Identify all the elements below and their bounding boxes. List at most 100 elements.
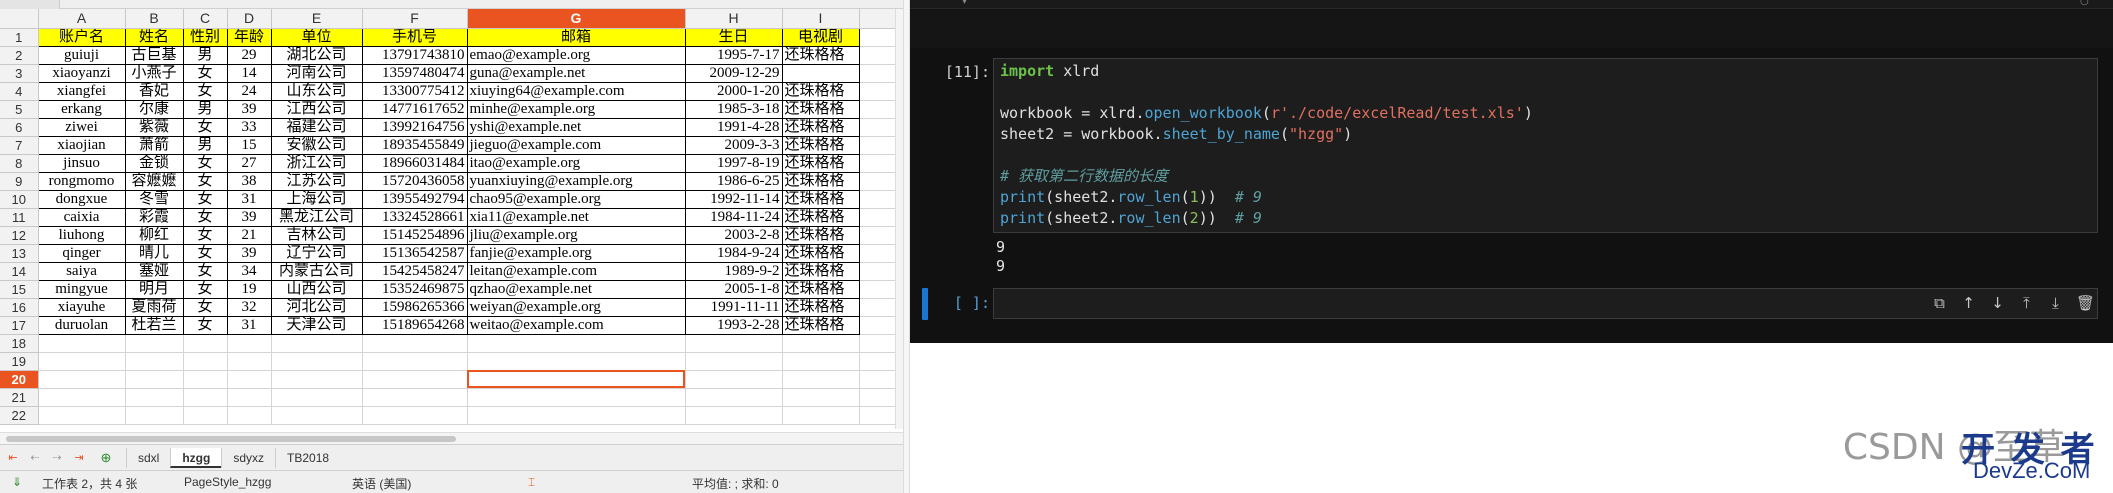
grid-cell[interactable]: rongmomo [37,171,126,191]
grid-cell[interactable]: 湖北公司 [270,45,363,65]
grid-cell[interactable]: 金锁 [124,153,184,173]
grid-cell[interactable] [362,334,468,353]
column-header-b[interactable]: B [125,9,184,29]
grid-cell[interactable] [467,406,686,425]
grid-cell[interactable]: 女 [182,225,228,245]
grid-cell[interactable] [125,352,184,371]
spreadsheet-grid[interactable]: A B C D E F G H I 1 账户名 姓名 性别 年龄 单位 手机号 邮箱 生日 电视剧 2 guiuji 古巨… [0,9,903,425]
grid-cell[interactable]: 还珠格格 [781,315,860,335]
grid-cell[interactable] [782,352,860,371]
grid-cell[interactable] [38,388,126,407]
row-header[interactable]: 20 [0,370,39,389]
grid-cell[interactable]: minhe@example.org [466,99,686,119]
grid-cell[interactable]: 2005-1-8 [684,279,783,299]
grid-cell[interactable]: guna@example.net [466,63,686,83]
grid-cell[interactable]: 还珠格格 [781,45,860,65]
grid-cell[interactable]: 1991-4-28 [684,117,783,137]
grid-cell[interactable] [125,370,184,389]
grid-cell[interactable]: 还珠格格 [781,261,860,281]
grid-cell[interactable]: jinsuo [37,153,126,173]
grid-cell[interactable]: 15145254896 [361,225,468,245]
grid-cell[interactable]: 江西公司 [270,99,363,119]
sheet-tab-tb2018[interactable]: TB2018 [275,447,340,468]
grid-cell[interactable]: 女 [182,153,228,173]
grid-cell[interactable]: weiyan@example.org [466,297,686,317]
row-header[interactable]: 3 [0,64,39,83]
row-header[interactable]: 10 [0,190,39,209]
grid-cell[interactable]: 女 [182,189,228,209]
row-header[interactable]: 13 [0,244,39,263]
grid-cell[interactable] [271,370,363,389]
grid-cell[interactable]: 小燕子 [124,63,184,83]
grid-cell[interactable]: xiangfei [37,81,126,101]
grid-cell[interactable]: 14 [226,63,272,83]
grid-cell[interactable] [467,352,686,371]
grid-cell[interactable]: 2000-1-20 [684,81,783,101]
grid-cell[interactable]: 39 [226,243,272,263]
grid-cell[interactable]: 38 [226,171,272,191]
grid-cell[interactable]: 还珠格格 [781,243,860,263]
grid-cell[interactable]: 还珠格格 [781,153,860,173]
grid-cell[interactable]: 浙江公司 [270,153,363,173]
grid-cell[interactable]: 黑龙江公司 [270,207,363,227]
grid-cell[interactable]: dongxue [37,189,126,209]
grid-cell[interactable] [782,406,860,425]
grid-cell[interactable]: 还珠格格 [781,225,860,245]
sheet-tab-sdxl[interactable]: sdxl [126,447,170,468]
grid-cell[interactable]: 15352469875 [361,279,468,299]
grid-cell[interactable]: 冬雪 [124,189,184,209]
last-sheet-icon[interactable]: ⇥ [70,450,88,466]
toolbar-icon[interactable]: ▾ [962,0,967,7]
grid-cell[interactable]: 1985-3-18 [684,99,783,119]
grid-cell[interactable]: yuanxiuying@example.org [466,171,686,191]
grid-cell[interactable]: weitao@example.com [466,315,686,335]
grid-cell[interactable] [362,406,468,425]
grid-cell[interactable]: 1984-11-24 [684,207,783,227]
row-header[interactable]: 8 [0,154,39,173]
grid-cell[interactable] [125,406,184,425]
grid-cell[interactable]: leitan@example.com [466,261,686,281]
grid-cell[interactable]: liuhong [37,225,126,245]
grid-cell[interactable]: xiaojian [37,135,126,155]
grid-cell[interactable]: duruolan [37,315,126,335]
grid-cell[interactable] [782,370,860,389]
grid-cell[interactable] [183,334,228,353]
grid-cell[interactable]: saiya [37,261,126,281]
row-header[interactable]: 2 [0,46,39,65]
grid-cell[interactable]: 还珠格格 [781,279,860,299]
sheet-tab-hzgg[interactable]: hzgg [170,447,222,468]
grid-cell[interactable]: xiaoyanzi [37,63,126,83]
active-cell[interactable] [467,370,686,389]
grid-cell[interactable] [38,406,126,425]
grid-cell[interactable]: 女 [182,315,228,335]
grid-cell[interactable] [38,370,126,389]
grid-cell[interactable]: 34 [226,261,272,281]
move-up-icon[interactable]: ↑ [1960,294,1977,312]
grid-cell[interactable]: 29 [226,45,272,65]
grid-cell[interactable] [782,334,860,353]
grid-cell[interactable]: 年龄 [226,27,272,47]
grid-cell[interactable]: 电视剧 [781,27,860,47]
grid-cell[interactable]: 山西公司 [270,279,363,299]
grid-cell[interactable]: 单位 [270,27,363,47]
grid-cell[interactable]: 尔康 [124,99,184,119]
grid-cell[interactable] [183,406,228,425]
prev-sheet-icon[interactable]: ⇠ [26,450,44,466]
grid-cell[interactable]: 1995-7-17 [684,45,783,65]
grid-cell[interactable]: jieguo@example.com [466,135,686,155]
grid-cell[interactable]: 1991-11-11 [684,297,783,317]
grid-cell[interactable]: 手机号 [361,27,468,47]
copy-icon[interactable]: ⧉ [1931,294,1948,312]
column-header-g[interactable]: G [467,9,686,29]
grid-cell[interactable]: 男 [182,99,228,119]
grid-cell[interactable]: 13324528661 [361,207,468,227]
sheet-tab-sdyxz[interactable]: sdyxz [221,447,275,468]
grid-cell[interactable] [227,352,272,371]
grid-cell[interactable]: mingyue [37,279,126,299]
grid-cell[interactable]: 女 [182,297,228,317]
grid-cell[interactable]: qzhao@example.net [466,279,686,299]
delete-icon[interactable]: 🗑 [2076,294,2095,312]
grid-cell[interactable]: 香妃 [124,81,184,101]
grid-cell[interactable]: 女 [182,261,228,281]
grid-cell[interactable] [227,334,272,353]
